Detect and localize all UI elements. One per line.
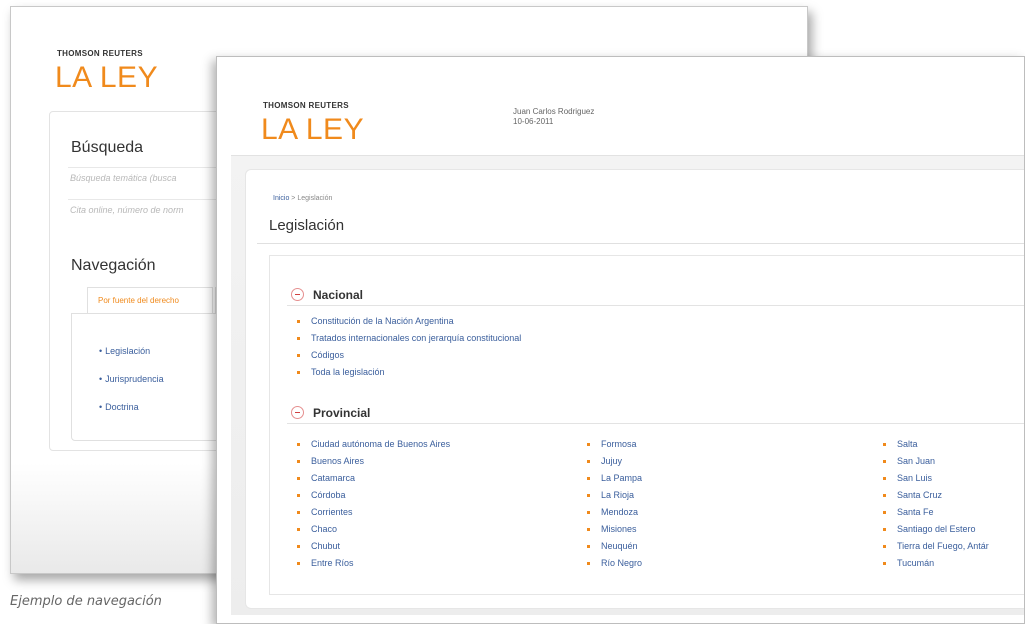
search-heading: Búsqueda — [71, 139, 144, 156]
nav-link-jurisprudencia[interactable]: Jurisprudencia — [99, 374, 164, 384]
bullet-icon — [297, 477, 300, 480]
bullet-icon — [297, 337, 300, 340]
collapse-provincial-icon[interactable] — [291, 406, 304, 419]
caption: Ejemplo de navegación — [10, 594, 162, 609]
province-link[interactable]: Santa Cruz — [897, 490, 942, 500]
bullet-icon — [297, 371, 300, 374]
brand-logo-la-ley[interactable]: LA LEY — [55, 63, 158, 93]
province-link[interactable]: San Luis — [897, 473, 932, 483]
bullet-icon — [297, 494, 300, 497]
province-link[interactable]: Buenos Aires — [311, 456, 364, 466]
bullet-icon — [297, 443, 300, 446]
bullet-icon — [883, 545, 886, 548]
section-title-provincial: Provincial — [313, 406, 371, 420]
province-link[interactable]: Neuquén — [601, 541, 638, 551]
divider — [257, 243, 1024, 244]
bullet-icon — [297, 545, 300, 548]
province-link[interactable]: San Juan — [897, 456, 935, 466]
bullet-icon — [297, 511, 300, 514]
bullet-icon — [297, 528, 300, 531]
nacional-link[interactable]: Códigos — [311, 350, 344, 360]
nav-link-doctrina[interactable]: Doctrina — [99, 402, 139, 412]
province-link[interactable]: La Rioja — [601, 490, 634, 500]
bullet-icon — [883, 460, 886, 463]
province-link[interactable]: Corrientes — [311, 507, 353, 517]
brand-thomson-reuters: THOMSON REUTERS — [57, 49, 143, 58]
navigation-heading: Navegación — [71, 257, 156, 274]
bullet-icon — [297, 460, 300, 463]
bullet-icon — [587, 460, 590, 463]
user-name: Juan Carlos Rodriguez — [513, 107, 595, 116]
brand-logo-la-ley[interactable]: LA LEY — [261, 115, 364, 145]
bullet-icon — [297, 320, 300, 323]
province-link[interactable]: Río Negro — [601, 558, 642, 568]
bullet-icon — [883, 477, 886, 480]
section-title-nacional: Nacional — [313, 288, 364, 302]
bullet-icon — [883, 511, 886, 514]
bullet-icon — [883, 562, 886, 565]
bullet-icon — [587, 443, 590, 446]
divider — [287, 423, 1024, 424]
bullet-icon — [297, 354, 300, 357]
bullet-icon — [587, 511, 590, 514]
bullet-icon — [587, 562, 590, 565]
bullet-icon — [883, 494, 886, 497]
page-title: Legislación — [269, 217, 345, 234]
province-link[interactable]: Salta — [897, 439, 918, 449]
province-link[interactable]: Tierra del Fuego, Antár — [897, 541, 989, 551]
bullet-icon — [883, 443, 886, 446]
breadcrumb: Inicio > Legislación — [273, 195, 332, 202]
breadcrumb-separator: > — [291, 195, 296, 202]
province-link[interactable]: Córdoba — [311, 490, 346, 500]
collapse-nacional-icon[interactable] — [291, 288, 304, 301]
session-date: 10-06-2011 — [513, 117, 554, 126]
province-link[interactable]: Formosa — [601, 439, 637, 449]
nacional-link[interactable]: Toda la legislación — [311, 367, 385, 377]
province-link[interactable]: Chaco — [311, 524, 337, 534]
divider — [287, 305, 1024, 306]
bullet-icon — [587, 545, 590, 548]
bullet-icon — [883, 528, 886, 531]
nacional-link[interactable]: Constitución de la Nación Argentina — [311, 316, 454, 326]
bullet-icon — [297, 562, 300, 565]
province-link[interactable]: Santa Fe — [897, 507, 934, 517]
breadcrumb-home-link[interactable]: Inicio — [273, 195, 289, 202]
province-link[interactable]: Chubut — [311, 541, 340, 551]
user-info: Juan Carlos Rodriguez 10-06-2011 — [513, 107, 594, 127]
nacional-link[interactable]: Tratados internacionales con jerarquía c… — [311, 333, 521, 343]
province-link[interactable]: Misiones — [601, 524, 637, 534]
province-link[interactable]: Mendoza — [601, 507, 638, 517]
province-link[interactable]: Catamarca — [311, 473, 355, 483]
breadcrumb-current: Legislación — [297, 195, 333, 202]
nav-link-legislacion[interactable]: Legislación — [99, 346, 150, 356]
bullet-icon — [587, 494, 590, 497]
province-link[interactable]: Entre Ríos — [311, 558, 354, 568]
brand-thomson-reuters: THOMSON REUTERS — [263, 101, 349, 110]
province-link[interactable]: Jujuy — [601, 456, 622, 466]
bullet-icon — [587, 477, 590, 480]
province-link[interactable]: Tucumán — [897, 558, 934, 568]
province-link[interactable]: Ciudad autónoma de Buenos Aires — [311, 439, 450, 449]
bullet-icon — [587, 528, 590, 531]
tab-por-fuente[interactable]: Por fuente del derecho — [87, 287, 213, 313]
front-window: THOMSON REUTERS LA LEY Juan Carlos Rodri… — [216, 56, 1025, 624]
province-link[interactable]: Santiago del Estero — [897, 524, 976, 534]
province-link[interactable]: La Pampa — [601, 473, 642, 483]
